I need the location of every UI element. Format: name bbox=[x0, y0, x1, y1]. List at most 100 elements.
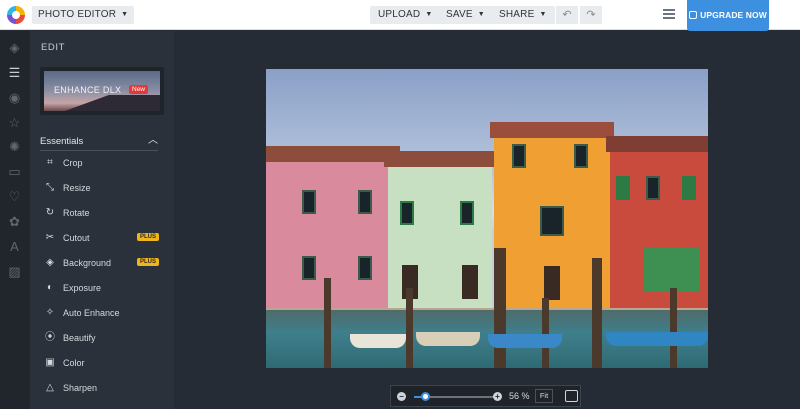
gear-icon[interactable]: ✺ bbox=[7, 139, 22, 154]
section-label: Essentials bbox=[40, 136, 84, 147]
save-button[interactable]: SAVE ▼ bbox=[438, 6, 493, 24]
tool-label: Beautify bbox=[63, 333, 96, 343]
beautify-icon: ⦿ bbox=[45, 332, 55, 343]
upgrade-now-button[interactable]: UPGRADE NOW bbox=[687, 0, 769, 31]
app-logo[interactable] bbox=[7, 6, 25, 24]
tool-resize[interactable]: ⤡ Resize bbox=[40, 181, 160, 199]
mooring-pole bbox=[670, 288, 677, 368]
essentials-section-header[interactable]: Essentials ︿ bbox=[40, 131, 158, 151]
heart-icon[interactable]: ♡ bbox=[7, 189, 22, 204]
zoom-value: 56 % bbox=[509, 391, 530, 401]
window bbox=[540, 206, 564, 236]
window bbox=[574, 144, 588, 168]
caret-down-icon: ▼ bbox=[121, 11, 129, 18]
tool-label: Background bbox=[63, 258, 112, 268]
window bbox=[358, 190, 372, 214]
window bbox=[616, 176, 630, 200]
photo-image[interactable] bbox=[266, 69, 708, 368]
upgrade-label: UPGRADE NOW bbox=[700, 10, 767, 20]
zoom-bar: − + 56 % Fit bbox=[390, 385, 581, 407]
window bbox=[460, 201, 474, 225]
panel-title: EDIT bbox=[41, 42, 66, 53]
tool-label: Exposure bbox=[63, 283, 102, 293]
boat bbox=[488, 334, 562, 348]
tool-rail: ◈ ☰ ◉ ☆ ✺ ▭ ♡ ✿ A ▨ bbox=[0, 31, 30, 409]
caret-down-icon: ▼ bbox=[425, 11, 433, 18]
upload-label: UPLOAD bbox=[378, 9, 421, 20]
tool-background[interactable]: ◈ Background PLUS bbox=[40, 256, 160, 274]
garage-door bbox=[644, 248, 700, 292]
resize-icon: ⤡ bbox=[46, 182, 54, 193]
mooring-pole bbox=[406, 288, 413, 368]
roof bbox=[384, 151, 496, 167]
green-building bbox=[384, 151, 496, 310]
layers-icon[interactable]: ◈ bbox=[7, 40, 22, 55]
text-icon[interactable]: A bbox=[7, 239, 22, 254]
upgrade-icon bbox=[689, 11, 698, 19]
mooring-pole bbox=[592, 258, 602, 368]
tool-cutout[interactable]: ✂ Cutout PLUS bbox=[40, 231, 160, 249]
upload-button[interactable]: UPLOAD ▼ bbox=[370, 6, 441, 24]
plus-badge: PLUS bbox=[137, 258, 160, 266]
share-button[interactable]: SHARE ▼ bbox=[491, 6, 555, 24]
tool-sharpen[interactable]: △ Sharpen bbox=[40, 381, 160, 399]
mooring-pole bbox=[494, 248, 506, 368]
window bbox=[682, 176, 696, 200]
tool-auto-enhance[interactable]: ✧ Auto Enhance bbox=[40, 306, 160, 324]
boat bbox=[416, 332, 480, 346]
window bbox=[400, 201, 414, 225]
save-label: SAVE bbox=[446, 9, 473, 20]
tool-exposure[interactable]: ◐ Exposure bbox=[40, 281, 160, 299]
boat bbox=[606, 332, 708, 346]
boat bbox=[350, 334, 406, 348]
new-badge: New bbox=[129, 85, 149, 94]
star-icon[interactable]: ☆ bbox=[7, 115, 22, 130]
door bbox=[462, 265, 478, 299]
sharpen-icon: △ bbox=[46, 382, 54, 393]
zoom-slider[interactable] bbox=[414, 392, 494, 401]
zoom-out-icon[interactable]: − bbox=[397, 392, 406, 401]
scissors-icon: ✂ bbox=[45, 232, 55, 243]
eye-icon[interactable]: ◉ bbox=[7, 90, 22, 105]
zoom-in-icon[interactable]: + bbox=[493, 392, 502, 401]
tool-label: Cutout bbox=[63, 233, 90, 243]
texture-icon[interactable]: ✿ bbox=[7, 214, 22, 229]
magic-wand-icon: ✧ bbox=[45, 307, 55, 318]
fullscreen-icon[interactable] bbox=[565, 390, 578, 402]
redo-icon[interactable]: ↷ bbox=[580, 6, 602, 24]
zoom-slider-knob[interactable] bbox=[421, 392, 431, 401]
tool-crop[interactable]: ⌗ Crop bbox=[40, 156, 160, 174]
window bbox=[302, 190, 316, 214]
window bbox=[646, 176, 660, 200]
tool-color[interactable]: ▣ Color bbox=[40, 356, 160, 374]
color-icon: ▣ bbox=[45, 357, 55, 368]
tool-beautify[interactable]: ⦿ Beautify bbox=[40, 331, 160, 349]
red-building bbox=[606, 136, 708, 310]
top-bar: PHOTO EDITOR ▼ UPLOAD ▼ SAVE ▼ SHARE ▼ ↶ ↷ U… bbox=[0, 0, 800, 31]
menu-icon[interactable] bbox=[663, 9, 675, 19]
background-icon: ◈ bbox=[46, 257, 54, 268]
caret-down-icon: ▼ bbox=[539, 11, 547, 18]
tool-label: Sharpen bbox=[63, 383, 98, 393]
chevron-up-icon: ︿ bbox=[148, 135, 158, 146]
mooring-pole bbox=[324, 278, 331, 368]
pink-building bbox=[266, 146, 400, 310]
app-menu-dropdown[interactable]: PHOTO EDITOR ▼ bbox=[32, 6, 135, 24]
undo-icon[interactable]: ↶ bbox=[556, 6, 578, 24]
app-menu-label: PHOTO EDITOR bbox=[38, 9, 117, 20]
window bbox=[512, 144, 526, 168]
fit-button[interactable]: Fit bbox=[535, 389, 553, 403]
overlay-icon[interactable]: ▨ bbox=[7, 264, 22, 279]
frame-icon[interactable]: ▭ bbox=[7, 164, 22, 179]
share-label: SHARE bbox=[499, 9, 535, 20]
tool-label: Rotate bbox=[63, 208, 90, 218]
crop-icon: ⌗ bbox=[47, 157, 53, 168]
tool-rotate[interactable]: ↻ Rotate bbox=[40, 206, 160, 224]
exposure-icon: ◐ bbox=[46, 282, 54, 293]
promo-label: ENHANCE DLX bbox=[54, 85, 122, 95]
adjustments-icon[interactable]: ☰ bbox=[7, 65, 22, 80]
enhance-dlx-promo[interactable]: ENHANCE DLX New bbox=[40, 67, 164, 115]
window bbox=[302, 256, 316, 280]
door bbox=[544, 266, 560, 300]
caret-down-icon: ▼ bbox=[477, 11, 485, 18]
